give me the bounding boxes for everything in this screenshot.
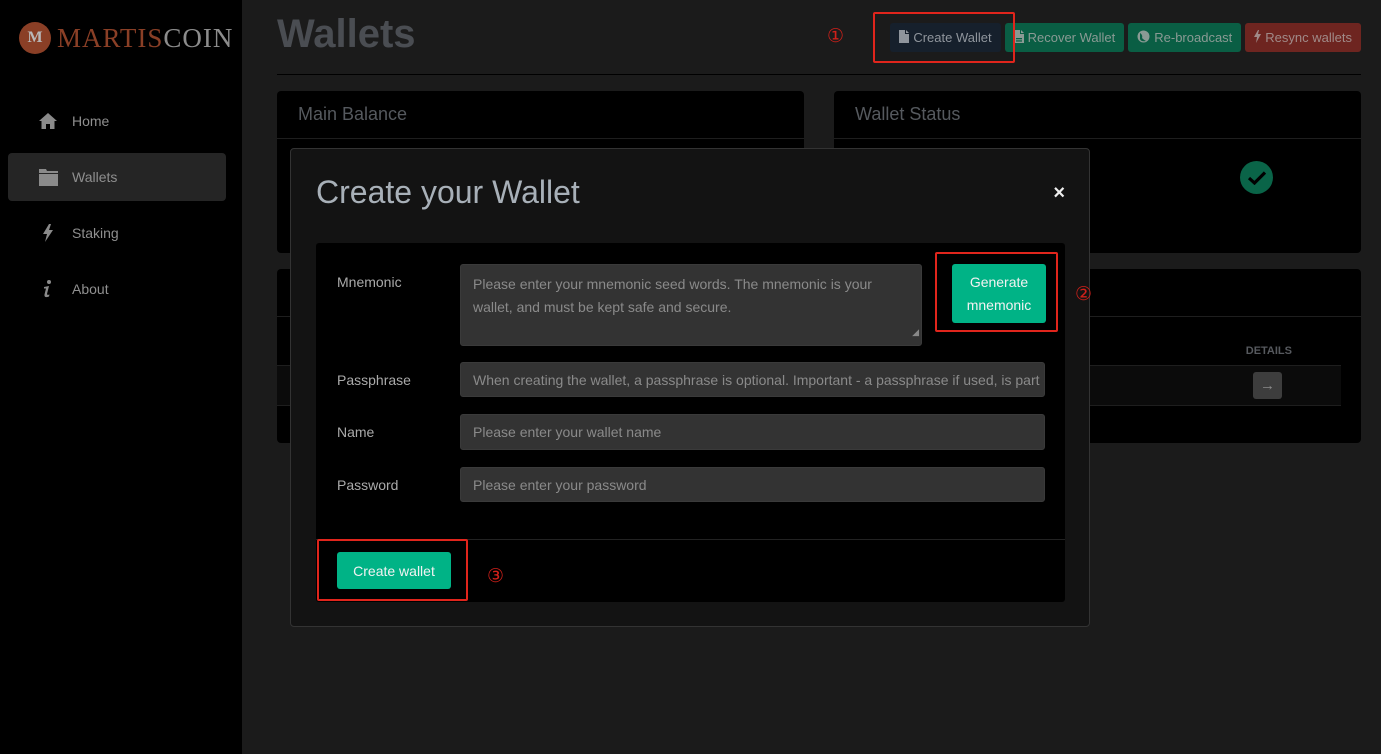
annotation-step-2: ② (1075, 283, 1093, 305)
sidebar-nav: Home Wallets Staking About (8, 97, 226, 321)
mnemonic-textarea[interactable]: Please enter your mnemonic seed words. T… (460, 264, 922, 346)
modal-title: Create your Wallet (316, 174, 580, 210)
folder-icon (38, 167, 58, 187)
bolt-icon (1254, 29, 1262, 46)
sidebar-item-staking[interactable]: Staking (8, 209, 226, 257)
sidebar-item-label: About (72, 281, 109, 297)
page-title: Wallets (277, 12, 416, 56)
name-placeholder: Please enter your wallet name (473, 424, 662, 440)
annotation-highlight-generate (935, 252, 1058, 332)
resize-handle-icon[interactable]: ◢ (912, 321, 919, 344)
globe-icon (1137, 30, 1150, 46)
close-icon[interactable]: × (1053, 182, 1065, 205)
main-balance-title: Main Balance (277, 91, 804, 139)
check-circle-icon (1240, 161, 1273, 194)
home-icon (38, 111, 58, 131)
brand-name-part2: COIN (163, 22, 234, 53)
details-column-header: DETAILS (1245, 345, 1292, 357)
sidebar-item-home[interactable]: Home (8, 97, 226, 145)
brand-name: MARTISCOIN (57, 23, 233, 54)
annotation-highlight-create (317, 539, 468, 601)
annotation-highlight-create-wallet (873, 12, 1015, 63)
passphrase-label: Passphrase (337, 372, 411, 388)
logo-badge-icon: M (19, 22, 51, 54)
annotation-step-3: ③ (487, 565, 505, 587)
password-input[interactable]: Please enter your password (460, 467, 1045, 502)
bolt-icon (38, 223, 58, 243)
title-divider (277, 74, 1361, 75)
sidebar-item-label: Wallets (72, 169, 118, 185)
recover-wallet-button[interactable]: Recover Wallet (1004, 23, 1125, 52)
rebroadcast-button[interactable]: Re-broadcast (1128, 23, 1242, 52)
annotation-step-1: ① (827, 25, 845, 47)
mnemonic-placeholder: Please enter your mnemonic seed words. T… (473, 276, 872, 315)
sidebar-item-label: Staking (72, 225, 119, 241)
password-placeholder: Please enter your password (473, 476, 647, 493)
arrow-right-icon: → (1260, 377, 1275, 394)
password-label: Password (337, 477, 399, 493)
wallet-name-input[interactable]: Please enter your wallet name (460, 414, 1045, 450)
passphrase-placeholder: When creating the wallet, a passphrase i… (473, 371, 1044, 388)
brand-logo[interactable]: M MARTISCOIN (19, 22, 233, 54)
recover-wallet-label: Recover Wallet (1027, 30, 1116, 45)
passphrase-input[interactable]: When creating the wallet, a passphrase i… (460, 362, 1045, 397)
sidebar: M MARTISCOIN Home Wallets Staking About (0, 0, 242, 754)
resync-wallets-label: Resync wallets (1265, 30, 1352, 45)
resync-wallets-button[interactable]: Resync wallets (1245, 23, 1361, 52)
brand-name-part1: MARTIS (57, 22, 164, 53)
file-text-icon (1013, 29, 1024, 46)
name-label: Name (337, 424, 375, 440)
sidebar-item-label: Home (72, 113, 110, 129)
details-arrow-button[interactable]: → (1253, 372, 1282, 399)
rebroadcast-label: Re-broadcast (1154, 30, 1233, 45)
sidebar-item-wallets[interactable]: Wallets (8, 153, 226, 201)
mnemonic-label: Mnemonic (337, 274, 402, 290)
info-icon (38, 279, 58, 299)
sidebar-item-about[interactable]: About (8, 265, 226, 313)
wallet-status-title: Wallet Status (834, 91, 1361, 139)
